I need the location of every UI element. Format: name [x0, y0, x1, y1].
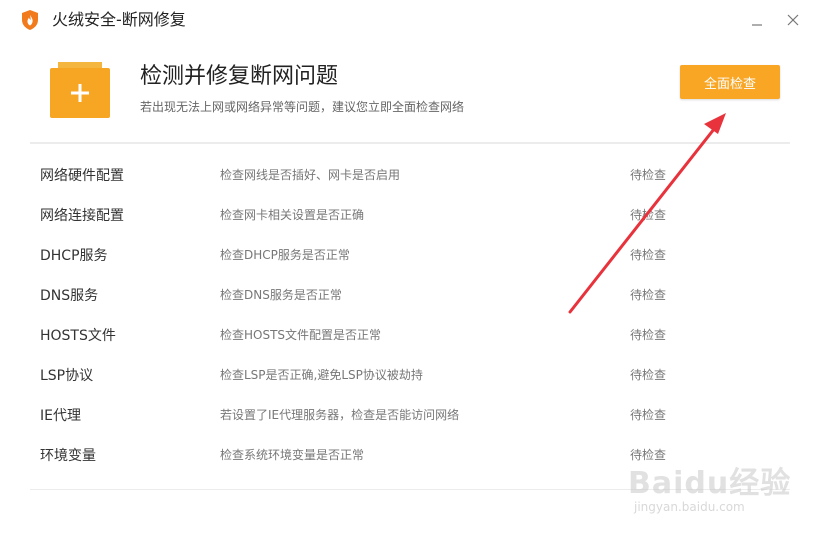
window-title: 火绒安全-断网修复 [52, 10, 186, 29]
page-subtitle: 若出现无法上网或网络异常等问题，建议您立即全面检查网络 [140, 100, 465, 114]
check-status: 待检查 [630, 408, 667, 422]
title-bar: 火绒安全-断网修复 [0, 0, 820, 40]
check-name: HOSTS文件 [40, 328, 116, 344]
check-status: 待检查 [630, 368, 667, 382]
check-name: DNS服务 [40, 288, 99, 304]
check-description: 检查LSP是否正确,避免LSP协议被劫持 [220, 368, 423, 382]
full-scan-button[interactable]: 全面检查 [680, 65, 780, 99]
check-description: 检查系统环境变量是否正常 [220, 448, 365, 462]
check-row-dns: DNS服务 检查DNS服务是否正常 待检查 [0, 276, 820, 316]
folder-plus-icon [50, 62, 110, 118]
check-name: 网络硬件配置 [40, 168, 124, 184]
check-row-lsp: LSP协议 检查LSP是否正确,避免LSP协议被劫持 待检查 [0, 356, 820, 396]
close-icon[interactable] [781, 8, 805, 32]
check-description: 检查HOSTS文件配置是否正常 [220, 328, 382, 342]
repair-header: 检测并修复断网问题 若出现无法上网或网络异常等问题，建议您立即全面检查网络 全面… [0, 40, 820, 144]
check-status: 待检查 [630, 208, 667, 222]
check-name: LSP协议 [40, 368, 94, 384]
check-status: 待检查 [630, 168, 667, 182]
check-name: 环境变量 [40, 448, 96, 464]
check-description: 检查DNS服务是否正常 [220, 288, 342, 302]
huorong-shield-icon [22, 10, 38, 30]
watermark-brand: Baidu经验 [628, 466, 792, 501]
check-name: DHCP服务 [40, 248, 108, 264]
check-name: 网络连接配置 [40, 208, 124, 224]
baidu-watermark: Baidu经验 jingyan.baidu.com [610, 450, 810, 530]
check-description: 检查DHCP服务是否正常 [220, 248, 350, 262]
minimize-icon[interactable] [745, 8, 769, 32]
watermark-url: jingyan.baidu.com [634, 500, 745, 514]
check-status: 待检查 [630, 248, 667, 262]
check-description: 检查网线是否插好、网卡是否启用 [220, 168, 401, 182]
check-row-hosts: HOSTS文件 检查HOSTS文件配置是否正常 待检查 [0, 316, 820, 356]
check-row-ie-proxy: IE代理 若设置了IE代理服务器，检查是否能访问网络 待检查 [0, 396, 820, 436]
check-description: 检查网卡相关设置是否正确 [220, 208, 365, 222]
check-row-connection: 网络连接配置 检查网卡相关设置是否正确 待检查 [0, 196, 820, 236]
check-status: 待检查 [630, 328, 667, 342]
check-row-hardware: 网络硬件配置 检查网线是否插好、网卡是否启用 待检查 [0, 156, 820, 196]
check-row-dhcp: DHCP服务 检查DHCP服务是否正常 待检查 [0, 236, 820, 276]
check-description: 若设置了IE代理服务器，检查是否能访问网络 [220, 408, 460, 422]
check-name: IE代理 [40, 408, 81, 424]
check-list: 网络硬件配置 检查网线是否插好、网卡是否启用 待检查 网络连接配置 检查网卡相关… [0, 156, 820, 476]
page-title: 检测并修复断网问题 [140, 64, 339, 89]
check-status: 待检查 [630, 288, 667, 302]
divider [30, 142, 790, 144]
